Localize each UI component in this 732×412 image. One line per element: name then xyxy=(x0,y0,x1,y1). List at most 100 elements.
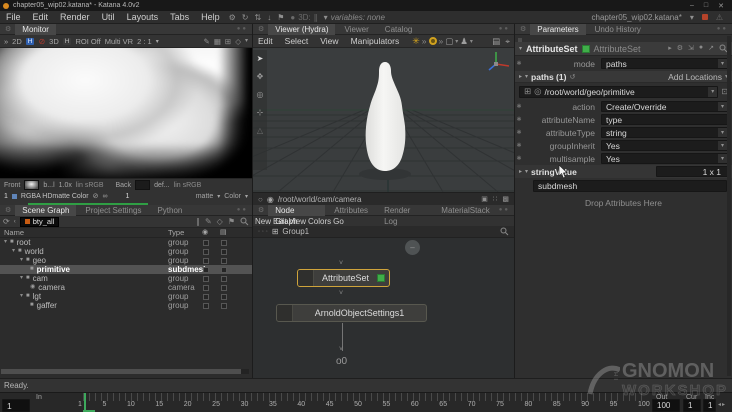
pin-icon[interactable]: ● xyxy=(699,44,703,53)
increment-field[interactable]: 1 xyxy=(703,399,716,412)
render-checkbox[interactable] xyxy=(203,266,209,273)
multi-label[interactable]: Multi VR xyxy=(105,37,133,46)
groupinherit-dropdown[interactable]: Yes ▾ xyxy=(601,140,728,151)
node-input-cap[interactable] xyxy=(298,270,314,286)
panel-gear-icon[interactable]: ⚙ xyxy=(3,206,13,214)
panel-menu-dots-icon[interactable]: ●● xyxy=(499,207,514,213)
expander-icon[interactable]: ▾ xyxy=(519,45,522,52)
param-state-icon[interactable]: ✱ xyxy=(515,129,523,136)
chevrons-icon[interactable]: » xyxy=(4,37,8,46)
edit-flag-icon[interactable] xyxy=(581,44,590,53)
selection-mode-icon[interactable]: ▢ xyxy=(445,36,453,47)
tab-catalog[interactable]: Catalog xyxy=(378,24,420,35)
session-filename[interactable]: chapter05_wip02.katana* xyxy=(592,13,682,22)
no-entry-icon[interactable]: ⊘ xyxy=(93,192,99,200)
bookmark-checkbox[interactable] xyxy=(221,239,227,246)
render-column-icon[interactable]: ◉ xyxy=(202,228,208,236)
front-thumbnail[interactable] xyxy=(24,180,40,190)
roi-toggle[interactable]: ROI Off xyxy=(75,37,100,46)
snap-icon[interactable]: ⌖ xyxy=(505,36,510,47)
working-set-field[interactable]: bty_all xyxy=(19,216,60,227)
chevrons-icon[interactable]: » xyxy=(422,36,427,46)
menu-help[interactable]: Help xyxy=(195,12,226,22)
chevron-down-icon[interactable]: ▾ xyxy=(718,141,727,150)
camera-settings-icon[interactable]: ▣ xyxy=(481,195,488,203)
edit-flag-icon[interactable] xyxy=(377,274,385,282)
scenegraph-row-camera[interactable]: ◉ camera camera xyxy=(0,283,252,292)
gear-icon[interactable]: ⚙ xyxy=(226,13,239,22)
panel-gear-icon[interactable]: ⚙ xyxy=(256,206,266,214)
in-frame-field[interactable]: 1 xyxy=(2,399,30,412)
chevron-down-icon[interactable]: ▾ xyxy=(470,38,473,45)
infinity-icon[interactable]: ∞ xyxy=(102,193,107,200)
chevron-down-icon[interactable]: ▾ xyxy=(156,38,159,45)
select-tool-icon[interactable]: ➤ xyxy=(257,54,264,63)
bookmark-checkbox[interactable] xyxy=(221,275,227,282)
expander-icon[interactable]: ▾ xyxy=(525,73,528,80)
menu-layouts[interactable]: Layouts xyxy=(121,12,165,22)
no-entry-icon[interactable]: ⊘ xyxy=(38,37,45,46)
menu-tabs[interactable]: Tabs xyxy=(164,12,195,22)
menu-render[interactable]: Render xyxy=(54,12,96,22)
mode-dropdown[interactable]: paths ▾ xyxy=(601,58,728,69)
search-icon[interactable] xyxy=(500,227,509,236)
minimize-button[interactable]: – xyxy=(690,2,694,10)
pencil-icon[interactable]: ✎ xyxy=(204,37,210,46)
playback-controls-icon[interactable]: ◂▸ xyxy=(718,401,726,408)
menu-file[interactable]: File xyxy=(0,12,27,22)
viewer-menu-manipulators[interactable]: Manipulators xyxy=(346,36,405,46)
look-through-icon[interactable]: ○ xyxy=(258,195,263,204)
frame-ruler[interactable] xyxy=(83,393,645,401)
variables-label[interactable]: variables: none xyxy=(331,13,385,22)
attributename-input[interactable]: type xyxy=(601,114,728,125)
param-state-icon[interactable]: ✱ xyxy=(515,155,523,162)
monitor-3d-label[interactable]: 3D xyxy=(49,37,59,46)
chevron-down-icon[interactable]: ▾ xyxy=(708,86,718,97)
bookmark-checkbox[interactable] xyxy=(221,302,227,309)
chevron-down-icon[interactable]: ▾ xyxy=(718,128,727,137)
ng-menu-colors[interactable]: Colors xyxy=(308,217,331,226)
pencil-icon[interactable]: ✎ xyxy=(205,217,212,226)
back-thumbnail[interactable] xyxy=(135,180,151,190)
display-icon[interactable]: ▤ xyxy=(492,36,500,47)
ratio-value[interactable]: 2 : 1 xyxy=(137,37,152,46)
render-checkbox[interactable] xyxy=(203,275,209,282)
scenegraph-row-gaffer[interactable]: ■ gaffer group xyxy=(0,301,252,310)
panel-gear-icon[interactable]: ⚙ xyxy=(256,25,266,33)
viewer-menu-edit[interactable]: Edit xyxy=(253,36,278,46)
tab-viewer[interactable]: Viewer xyxy=(337,24,375,35)
expander-icon[interactable]: ▾ xyxy=(4,238,7,247)
column-name[interactable]: Name xyxy=(4,228,24,237)
resolution-icon[interactable]: ∷ xyxy=(493,195,497,203)
target-icon[interactable]: ◎ xyxy=(534,86,541,97)
render-checkbox[interactable] xyxy=(203,302,209,309)
front-frame-number[interactable]: 1 xyxy=(4,193,8,200)
transform-tool-icon[interactable]: △ xyxy=(257,126,263,135)
diamond-icon[interactable]: ◇ xyxy=(217,217,223,226)
gnomon-mode-icon[interactable]: ✳ xyxy=(412,36,420,47)
tab-node-graph[interactable]: Node Graph xyxy=(268,204,326,226)
render-checkbox[interactable] xyxy=(203,239,209,246)
node-input-cap[interactable] xyxy=(277,305,293,321)
tab-viewer-hydra[interactable]: Viewer (Hydra) xyxy=(268,23,336,35)
tab-attributes[interactable]: Attributes xyxy=(327,205,375,216)
nodegraph-canvas[interactable]: – ˅ AttributeSet ˅ ArnoldObjectSettings1… xyxy=(253,238,514,378)
expand-icon[interactable]: ⇲ xyxy=(688,44,694,53)
gear-icon[interactable]: ⚙ xyxy=(677,44,683,53)
viewer-menu-select[interactable]: Select xyxy=(280,36,314,46)
jump-icon[interactable]: ↗ xyxy=(708,44,714,53)
action-dropdown[interactable]: Create/Override ▾ xyxy=(601,101,728,112)
translate-tool-icon[interactable]: ✥ xyxy=(257,72,264,81)
sync-icon[interactable]: ⇅ xyxy=(252,13,265,22)
panel-menu-dots-icon[interactable]: ●● xyxy=(237,26,252,32)
bookmark-column-icon[interactable]: ▤ xyxy=(220,228,227,236)
back-colorspace[interactable]: lin sRGB xyxy=(174,182,202,189)
horizontal-scrollbar[interactable] xyxy=(1,369,249,374)
tab-scene-graph[interactable]: Scene Graph xyxy=(15,204,77,216)
param-state-icon[interactable]: ✱ xyxy=(515,116,523,123)
proxy-display-icon[interactable]: ♟ xyxy=(460,36,468,47)
bookmark-checkbox[interactable] xyxy=(221,248,227,255)
tab-materialstack[interactable]: MaterialStack xyxy=(434,205,496,216)
expander-icon[interactable]: ▾ xyxy=(525,168,528,175)
bookmark-checkbox[interactable] xyxy=(221,284,227,291)
